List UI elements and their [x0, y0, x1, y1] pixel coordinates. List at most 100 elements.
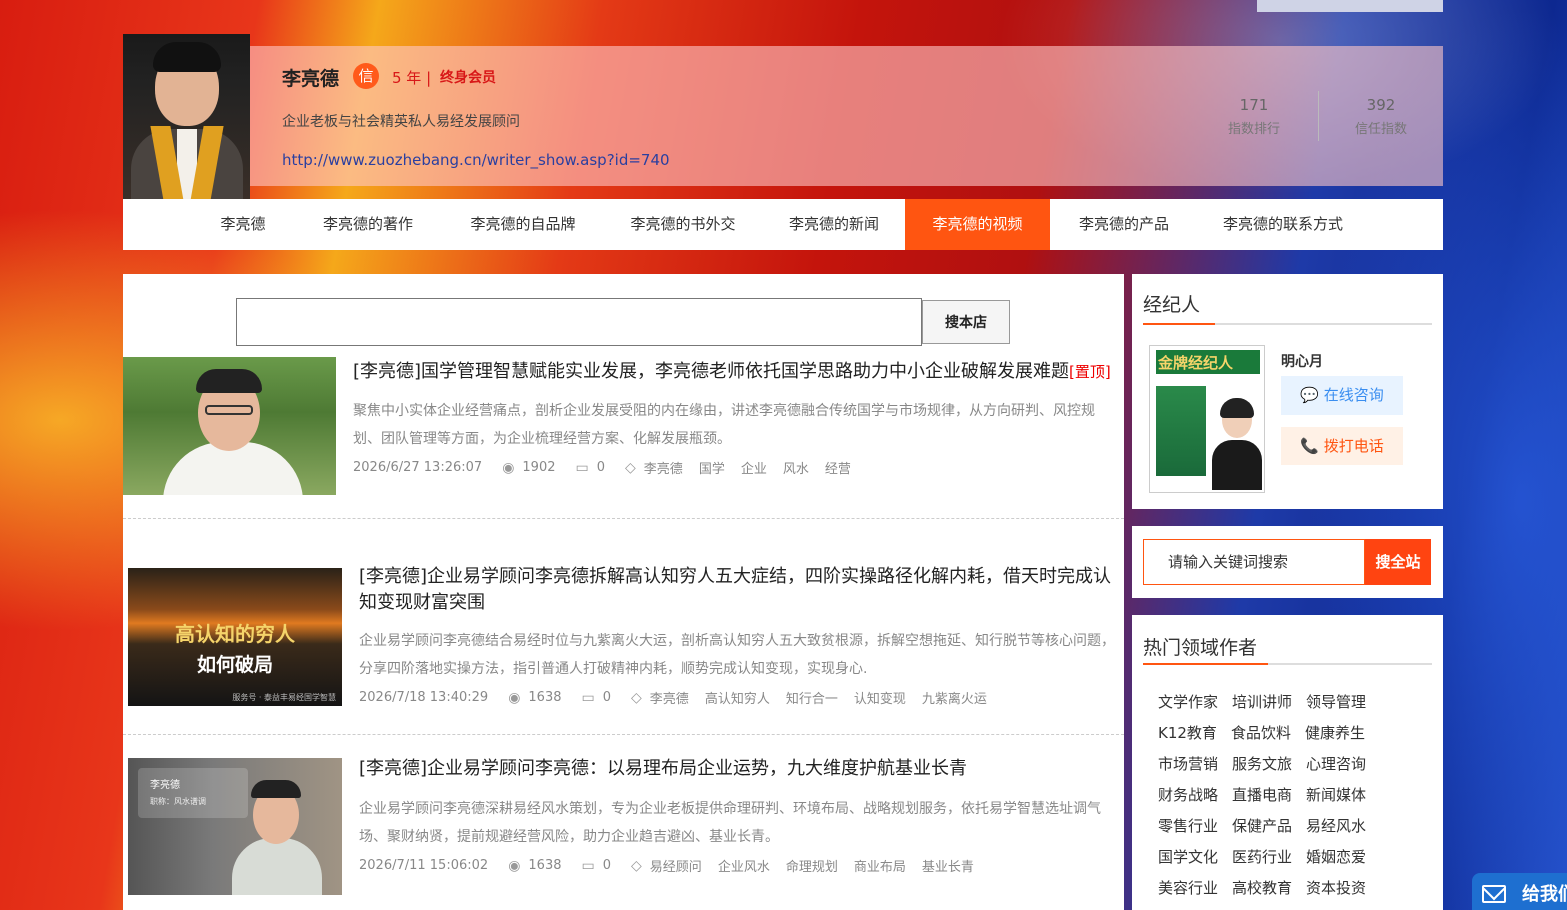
article-thumbnail[interactable]: 李亮德 职称：风水谱调: [128, 758, 342, 895]
agent-card-title: 经纪人: [1143, 294, 1201, 316]
stat-trust-label: 信任指数: [1354, 122, 1407, 137]
eye-icon: ◉: [502, 459, 515, 476]
article-desc: 企业易学顾问李亮德深耕易经风水策划，专为企业老板提供命理研判、环境布局、战略规划…: [359, 801, 1101, 845]
agent-poster-title: 金牌经纪人: [1158, 354, 1234, 372]
article-tag[interactable]: 九紫离火运: [922, 688, 987, 707]
article-title[interactable]: [李亮德]国学管理智慧赋能实业发展，李亮德老师依托国学思路助力中小企业破解发展难…: [353, 359, 1113, 385]
nav-item-contact[interactable]: 李亮德的联系方式: [1198, 199, 1368, 250]
category-item[interactable]: 直播电商: [1232, 780, 1292, 811]
online-consult-button[interactable]: 💬 在线咨询: [1281, 376, 1403, 415]
site-search-button[interactable]: 搜全站: [1365, 539, 1431, 585]
article-tag[interactable]: 知行合一: [786, 688, 838, 707]
category-item[interactable]: 高校教育: [1232, 873, 1292, 904]
article-views: 1638: [528, 690, 562, 705]
stat-ranking-value: 171: [1239, 96, 1269, 114]
nav-item-books[interactable]: 李亮德的著作: [293, 199, 443, 250]
title-accent: [1143, 663, 1268, 665]
nav-item-brand[interactable]: 李亮德的自品牌: [443, 199, 603, 250]
thumbnail-name: 李亮德: [150, 780, 180, 791]
pinned-badge: [置顶]: [1069, 363, 1111, 381]
category-item[interactable]: 食品饮料: [1231, 718, 1291, 749]
chat-icon: 💬: [1300, 386, 1324, 404]
category-item[interactable]: 美容行业: [1158, 873, 1218, 904]
top-right-panel: [1257, 0, 1443, 12]
store-search-button[interactable]: 搜本店: [922, 300, 1010, 344]
article-tag[interactable]: 企业: [741, 458, 767, 477]
category-item[interactable]: 领导管理: [1306, 687, 1366, 718]
article-views: 1638: [528, 858, 562, 873]
profile-stats: 171 指数排行 392 信任指数: [1198, 46, 1443, 186]
article-desc: 聚焦中小实体企业经营痛点，剖析企业发展受阻的内在缘由，讲述李亮德融合传统国学与市…: [353, 403, 1095, 447]
nav-item-diplomacy[interactable]: 李亮德的书外交: [603, 199, 763, 250]
eye-icon: ◉: [508, 689, 521, 706]
article-meta: 2026/6/27 13:26:07 ◉ 1902 ▭ 0 ◇ 李亮德 国学 企业 …: [353, 458, 867, 478]
category-item[interactable]: 培训讲师: [1232, 687, 1292, 718]
divider: [123, 518, 1124, 519]
article-date: 2026/7/18 13:40:29: [359, 690, 489, 705]
article-tag[interactable]: 经营: [825, 458, 851, 477]
category-item[interactable]: 服务文旅: [1232, 749, 1292, 780]
thumbnail-watermark: 服务号 · 泰益丰易经国学智慧: [232, 693, 336, 702]
article-thumbnail[interactable]: [123, 357, 336, 495]
article-tag[interactable]: 命理规划: [786, 856, 838, 875]
category-item[interactable]: 市场营销: [1158, 749, 1218, 780]
list-item[interactable]: 李亮德 职称：风水谱调 [李亮德]企业易学顾问李亮德：以易理布局企业运势，九大维…: [123, 754, 1124, 904]
call-button[interactable]: 📞 拨打电话: [1281, 427, 1403, 465]
category-item[interactable]: 文学作家: [1158, 687, 1218, 718]
article-tag[interactable]: 风水: [783, 458, 809, 477]
article-title-text[interactable]: [李亮德]国学管理智慧赋能实业发展，李亮德老师依托国学思路助力中小企业破解发展难…: [353, 361, 1069, 382]
article-meta: 2026/7/11 15:06:02 ◉ 1638 ▭ 0 ◇ 易经顾问 企业风水 …: [359, 856, 990, 876]
article-tag[interactable]: 商业布局: [854, 856, 906, 875]
article-date: 2026/6/27 13:26:07: [353, 460, 483, 475]
article-tag[interactable]: 企业风水: [718, 856, 770, 875]
profile-info-panel: 李亮德 信 5 年 | 终身会员 企业老板与社会精英私人易经发展顾问 http:…: [250, 46, 1443, 186]
article-tag[interactable]: 认知变现: [854, 688, 906, 707]
category-item[interactable]: K12教育: [1158, 718, 1217, 749]
article-tag[interactable]: 高认知穷人: [705, 688, 770, 707]
category-item[interactable]: 保健产品: [1232, 811, 1292, 842]
article-title[interactable]: [李亮德]企业易学顾问李亮德拆解高认知穷人五大症结，四阶实操路径化解内耗，借天时…: [359, 564, 1114, 616]
nav-item-home[interactable]: 李亮德: [173, 199, 313, 250]
stat-ranking: 171 指数排行: [1198, 96, 1310, 137]
category-list: 文学作家 培训讲师 领导管理 K12教育 食品饮料 健康养生 市场营销 服务文旅 心理咨询 …: [1158, 687, 1418, 904]
category-item[interactable]: 健康养生: [1305, 718, 1365, 749]
list-item[interactable]: [李亮德]国学管理智慧赋能实业发展，李亮德老师依托国学思路助力中小企业破解发展难…: [123, 357, 1124, 497]
category-item[interactable]: 婚姻恋爱: [1306, 842, 1366, 873]
category-item[interactable]: 国学文化: [1158, 842, 1218, 873]
article-tag[interactable]: 国学: [699, 458, 725, 477]
divider: [123, 734, 1124, 735]
category-item[interactable]: 零售行业: [1158, 811, 1218, 842]
article-tag[interactable]: 李亮德: [644, 458, 683, 477]
article-thumbnail[interactable]: 高认知的穷人 如何破局 服务号 · 泰益丰易经国学智慧: [128, 568, 342, 706]
category-item[interactable]: 资本投资: [1306, 873, 1366, 904]
category-item[interactable]: 新闻媒体: [1306, 780, 1366, 811]
article-tag[interactable]: 李亮德: [650, 688, 689, 707]
membership-years: 5 年 |: [392, 69, 432, 87]
category-item[interactable]: 财务战略: [1158, 780, 1218, 811]
agent-card: 经纪人 金牌经纪人 明心月 💬 在线咨询 📞 拨打电话: [1132, 274, 1443, 509]
nav-item-news[interactable]: 李亮德的新闻: [763, 199, 905, 250]
agent-name: 明心月: [1281, 354, 1323, 370]
feedback-button[interactable]: 给我们: [1472, 873, 1567, 910]
nav-item-videos[interactable]: 李亮德的视频: [905, 199, 1050, 250]
article-tag[interactable]: 基业长青: [922, 856, 974, 875]
store-search-input[interactable]: [236, 298, 922, 346]
comment-icon: ▭: [575, 459, 589, 476]
hot-authors-card: 热门领域作者 文学作家 培训讲师 领导管理 K12教育 食品饮料 健康养生 市场营销 服务…: [1132, 615, 1443, 910]
stat-divider: [1318, 91, 1319, 141]
category-item[interactable]: 医药行业: [1232, 842, 1292, 873]
site-search-input[interactable]: 请输入关键词搜索: [1143, 539, 1365, 585]
nav-item-products[interactable]: 李亮德的产品: [1050, 199, 1198, 250]
article-tag[interactable]: 易经顾问: [650, 856, 702, 875]
stat-trust-value: 392: [1366, 96, 1396, 114]
category-item[interactable]: 心理咨询: [1306, 749, 1366, 780]
tag-icon: ◇: [625, 459, 636, 476]
profile-url-link[interactable]: http://www.zuozhebang.cn/writer_show.asp…: [282, 151, 670, 169]
call-button-label: 拨打电话: [1323, 437, 1384, 455]
thumbnail-caption: 高认知的穷人: [175, 622, 295, 646]
article-title[interactable]: [李亮德]企业易学顾问李亮德：以易理布局企业运势，九大维度护航基业长青: [359, 756, 1114, 782]
category-item[interactable]: 易经风水: [1306, 811, 1366, 842]
agent-poster[interactable]: 金牌经纪人: [1149, 345, 1265, 493]
article-comments: 0: [596, 460, 606, 475]
list-item[interactable]: 高认知的穷人 如何破局 服务号 · 泰益丰易经国学智慧 [李亮德]企业易学顾问李…: [123, 564, 1124, 714]
